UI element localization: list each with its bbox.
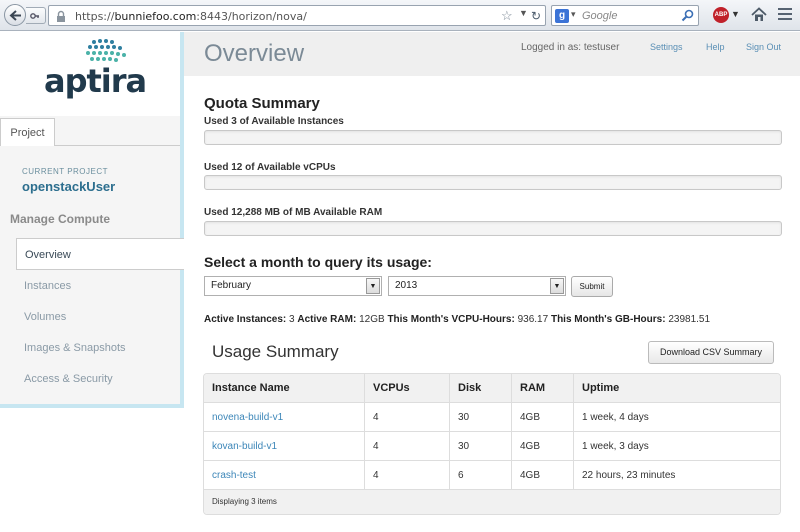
current-project-label: CURRENT PROJECT — [22, 167, 109, 176]
cell-uptime: 22 hours, 23 minutes — [573, 461, 780, 490]
browser-toolbar: https://bunniefoo.com:8443/horizon/nova/… — [0, 0, 800, 31]
usage-stats: Active Instances: 3 Active RAM: 12GB Thi… — [204, 314, 710, 325]
cell-disk: 6 — [449, 461, 511, 490]
adblock-dropdown-icon[interactable]: ▼ — [731, 9, 740, 19]
download-csv-button[interactable]: Download CSV Summary — [648, 341, 774, 364]
cell-ram: 4GB — [511, 432, 573, 461]
table-row: kovan-build-v1 4 30 4GB 1 week, 3 days — [204, 432, 780, 461]
month-query-heading: Select a month to query its usage: — [204, 254, 432, 270]
col-ram[interactable]: RAM — [511, 374, 573, 403]
gb-hours-label: This Month's GB-Hours: — [550, 314, 666, 325]
usage-table: Instance Name VCPUs Disk RAM Uptime nove… — [203, 373, 781, 515]
manage-compute-heading: Manage Compute — [10, 212, 111, 226]
vcpu-hours-value: 936.17 — [517, 314, 549, 325]
quota-instances-label: Used 3 of Available Instances — [204, 116, 344, 127]
quota-vcpus-bar — [204, 175, 782, 190]
col-disk[interactable]: Disk — [449, 374, 511, 403]
reload-icon[interactable]: ↻ — [531, 9, 541, 23]
quota-ram-label: Used 12,288 MB of MB Available RAM — [204, 207, 383, 218]
col-vcpus[interactable]: VCPUs — [364, 374, 449, 403]
help-link[interactable]: Help — [706, 42, 725, 52]
instance-link[interactable]: novena-build-v1 — [204, 403, 364, 432]
quota-vcpus-label: Used 12 of Available vCPUs — [204, 162, 336, 173]
chevron-down-icon[interactable]: ▼ — [366, 278, 380, 294]
vcpu-hours-label: This Month's VCPU-Hours: — [387, 314, 515, 325]
sidebar-item-access-security[interactable]: Access & Security — [16, 363, 184, 395]
url-dropdown-icon[interactable]: ▼ — [519, 8, 528, 18]
aptira-logo-dots-icon — [86, 39, 126, 62]
table-header: Instance Name VCPUs Disk RAM Uptime — [204, 374, 780, 403]
key-icon — [30, 13, 39, 19]
url-text: https://bunniefoo.com:8443/horizon/nova/ — [75, 10, 307, 23]
usage-summary-heading: Usage Summary — [212, 342, 339, 361]
menu-icon[interactable] — [778, 8, 792, 22]
col-instance-name[interactable]: Instance Name — [204, 374, 364, 403]
page-title: Overview — [204, 40, 305, 67]
active-ram-value: 12GB — [359, 314, 385, 325]
active-instances-value: 3 — [289, 314, 295, 325]
back-arrow-icon — [9, 10, 21, 21]
forward-button[interactable] — [26, 7, 46, 24]
chevron-down-icon[interactable]: ▼ — [550, 278, 564, 294]
lock-icon — [57, 10, 65, 22]
gb-hours-value: 23981.51 — [668, 314, 711, 325]
active-ram-label: Active RAM: — [297, 314, 357, 325]
instance-link[interactable]: kovan-build-v1 — [204, 432, 364, 461]
search-input[interactable]: Google — [582, 10, 617, 22]
month-select[interactable]: February ▼ — [204, 276, 382, 296]
cell-ram: 4GB — [511, 461, 573, 490]
sidebar-item-volumes[interactable]: Volumes — [16, 301, 184, 333]
sidebar-item-overview[interactable]: Overview — [16, 238, 184, 270]
search-engine-dropdown-icon[interactable]: ▾ — [571, 9, 576, 20]
current-project-name[interactable]: openstackUser — [22, 179, 115, 194]
cell-disk: 30 — [449, 432, 511, 461]
settings-link[interactable]: Settings — [650, 42, 683, 52]
google-icon[interactable]: g — [555, 9, 569, 23]
table-row: novena-build-v1 4 30 4GB 1 week, 4 days — [204, 403, 780, 432]
year-select-value: 2013 — [395, 280, 418, 291]
quota-instances-bar — [204, 130, 782, 145]
cell-vcpus: 4 — [364, 403, 449, 432]
bookmark-star-icon[interactable]: ☆ — [501, 8, 513, 24]
home-icon[interactable] — [751, 7, 767, 22]
sidebar-item-instances[interactable]: Instances — [16, 270, 184, 302]
cell-uptime: 1 week, 3 days — [573, 432, 780, 461]
cell-vcpus: 4 — [364, 432, 449, 461]
logo-area: aptira — [0, 32, 180, 116]
adblock-icon[interactable]: ABP — [713, 7, 729, 23]
search-box[interactable]: g ▾ Google — [551, 5, 699, 26]
instance-link[interactable]: crash-test — [204, 461, 364, 490]
active-instances-label: Active Instances: — [204, 314, 287, 325]
table-footer: Displaying 3 items — [204, 490, 780, 514]
tab-project[interactable]: Project — [0, 118, 55, 146]
search-icon[interactable] — [681, 9, 694, 22]
logged-in-text: Logged in as: testuser — [521, 42, 620, 53]
quota-summary-heading: Quota Summary — [204, 95, 320, 112]
cell-vcpus: 4 — [364, 461, 449, 490]
cell-ram: 4GB — [511, 403, 573, 432]
cell-uptime: 1 week, 4 days — [573, 403, 780, 432]
address-bar[interactable]: https://bunniefoo.com:8443/horizon/nova/… — [48, 5, 546, 26]
sidebar-item-images-snapshots[interactable]: Images & Snapshots — [16, 332, 184, 364]
quota-ram-bar — [204, 221, 782, 236]
submit-button[interactable]: Submit — [571, 276, 613, 297]
cell-disk: 30 — [449, 403, 511, 432]
sign-out-link[interactable]: Sign Out — [746, 42, 781, 52]
sidebar: aptira Project CURRENT PROJECT openstack… — [0, 32, 184, 408]
col-uptime[interactable]: Uptime — [573, 374, 780, 403]
back-button[interactable] — [4, 4, 26, 26]
tab-divider — [55, 145, 180, 146]
table-row: crash-test 4 6 4GB 22 hours, 23 minutes — [204, 461, 780, 490]
month-select-value: February — [211, 280, 252, 291]
logo-text[interactable]: aptira — [44, 62, 147, 100]
year-select[interactable]: 2013 ▼ — [388, 276, 566, 296]
